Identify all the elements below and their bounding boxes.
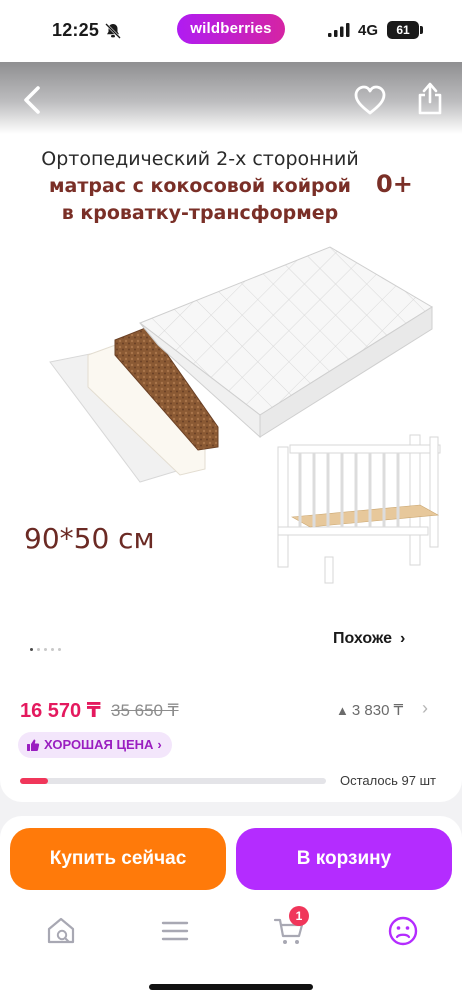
status-time: 12:25 bbox=[52, 20, 100, 40]
gallery-pagination[interactable] bbox=[30, 648, 61, 651]
battery-icon: 61 bbox=[387, 21, 419, 39]
chevron-right-icon: › bbox=[399, 630, 406, 647]
similar-label: Похоже bbox=[333, 630, 392, 647]
price-history-link[interactable]: ▲ 3 830 ₸ bbox=[336, 701, 403, 719]
cart-count-badge: 1 bbox=[289, 906, 309, 926]
back-arrow-icon[interactable] bbox=[18, 82, 48, 118]
pagination-dot[interactable] bbox=[37, 648, 40, 651]
similar-link[interactable]: Похоже › bbox=[333, 630, 405, 648]
thumbs-up-icon bbox=[27, 739, 40, 751]
status-bar: 12:25 wildberries 4G 61 bbox=[0, 0, 462, 62]
pagination-dot[interactable] bbox=[51, 648, 54, 651]
price-card: 16 570 ₸ 35 650 ₸ ▲ 3 830 ₸ › ХОРОШАЯ ЦЕН… bbox=[0, 680, 462, 802]
size-label: 90*50 см bbox=[24, 522, 155, 555]
promo-title-line-3: в кроватку-трансформер bbox=[61, 202, 339, 224]
product-gallery[interactable]: Ортопедический 2-х сторонний матрас с ко… bbox=[0, 62, 462, 680]
promo-title: Ортопедический 2-х сторонний матрас с ко… bbox=[20, 146, 380, 227]
stock-progress-bar bbox=[20, 778, 326, 784]
crib-image bbox=[277, 434, 441, 584]
age-badge: 0+ bbox=[376, 170, 413, 198]
profile-icon[interactable] bbox=[386, 914, 420, 948]
bell-muted-icon bbox=[105, 23, 121, 39]
chevron-right-icon[interactable]: › bbox=[422, 698, 428, 719]
promo-title-line-2: матрас с кокосовой койрой bbox=[49, 175, 351, 197]
bottom-actions: Купить сейчас В корзину 1 bbox=[0, 816, 462, 1000]
chevron-right-icon: › bbox=[157, 737, 162, 752]
share-icon[interactable] bbox=[415, 80, 445, 116]
home-indicator bbox=[149, 984, 313, 990]
arrow-up-icon: ▲ bbox=[336, 703, 349, 718]
pagination-dot[interactable] bbox=[58, 648, 61, 651]
home-search-icon[interactable] bbox=[44, 914, 78, 948]
pagination-dot[interactable] bbox=[44, 648, 47, 651]
promo-title-line-1: Ортопедический 2-х сторонний bbox=[41, 148, 359, 170]
pagination-dot[interactable] bbox=[30, 648, 33, 651]
battery-tip bbox=[420, 26, 423, 34]
heart-icon[interactable] bbox=[353, 84, 387, 116]
brand-logo[interactable]: wildberries bbox=[177, 14, 285, 44]
menu-icon[interactable] bbox=[158, 914, 192, 948]
stock-progress-fill bbox=[20, 778, 48, 784]
good-price-badge[interactable]: ХОРОШАЯ ЦЕНА › bbox=[18, 732, 172, 758]
current-price: 16 570 ₸ bbox=[20, 700, 101, 722]
header-shade bbox=[0, 62, 462, 134]
good-price-label: ХОРОШАЯ ЦЕНА bbox=[44, 737, 154, 752]
add-to-cart-button[interactable]: В корзину bbox=[236, 828, 452, 890]
network-type: 4G bbox=[358, 22, 379, 39]
buy-now-button[interactable]: Купить сейчас bbox=[10, 828, 226, 890]
old-price: 35 650 ₸ bbox=[111, 701, 179, 720]
tab-bar: 1 bbox=[0, 906, 462, 954]
tab-cart[interactable]: 1 bbox=[272, 906, 309, 948]
stock-remaining: Осталось 97 шт bbox=[340, 773, 436, 788]
signal-icon bbox=[328, 23, 350, 37]
price-delta-value: 3 830 ₸ bbox=[351, 702, 404, 719]
